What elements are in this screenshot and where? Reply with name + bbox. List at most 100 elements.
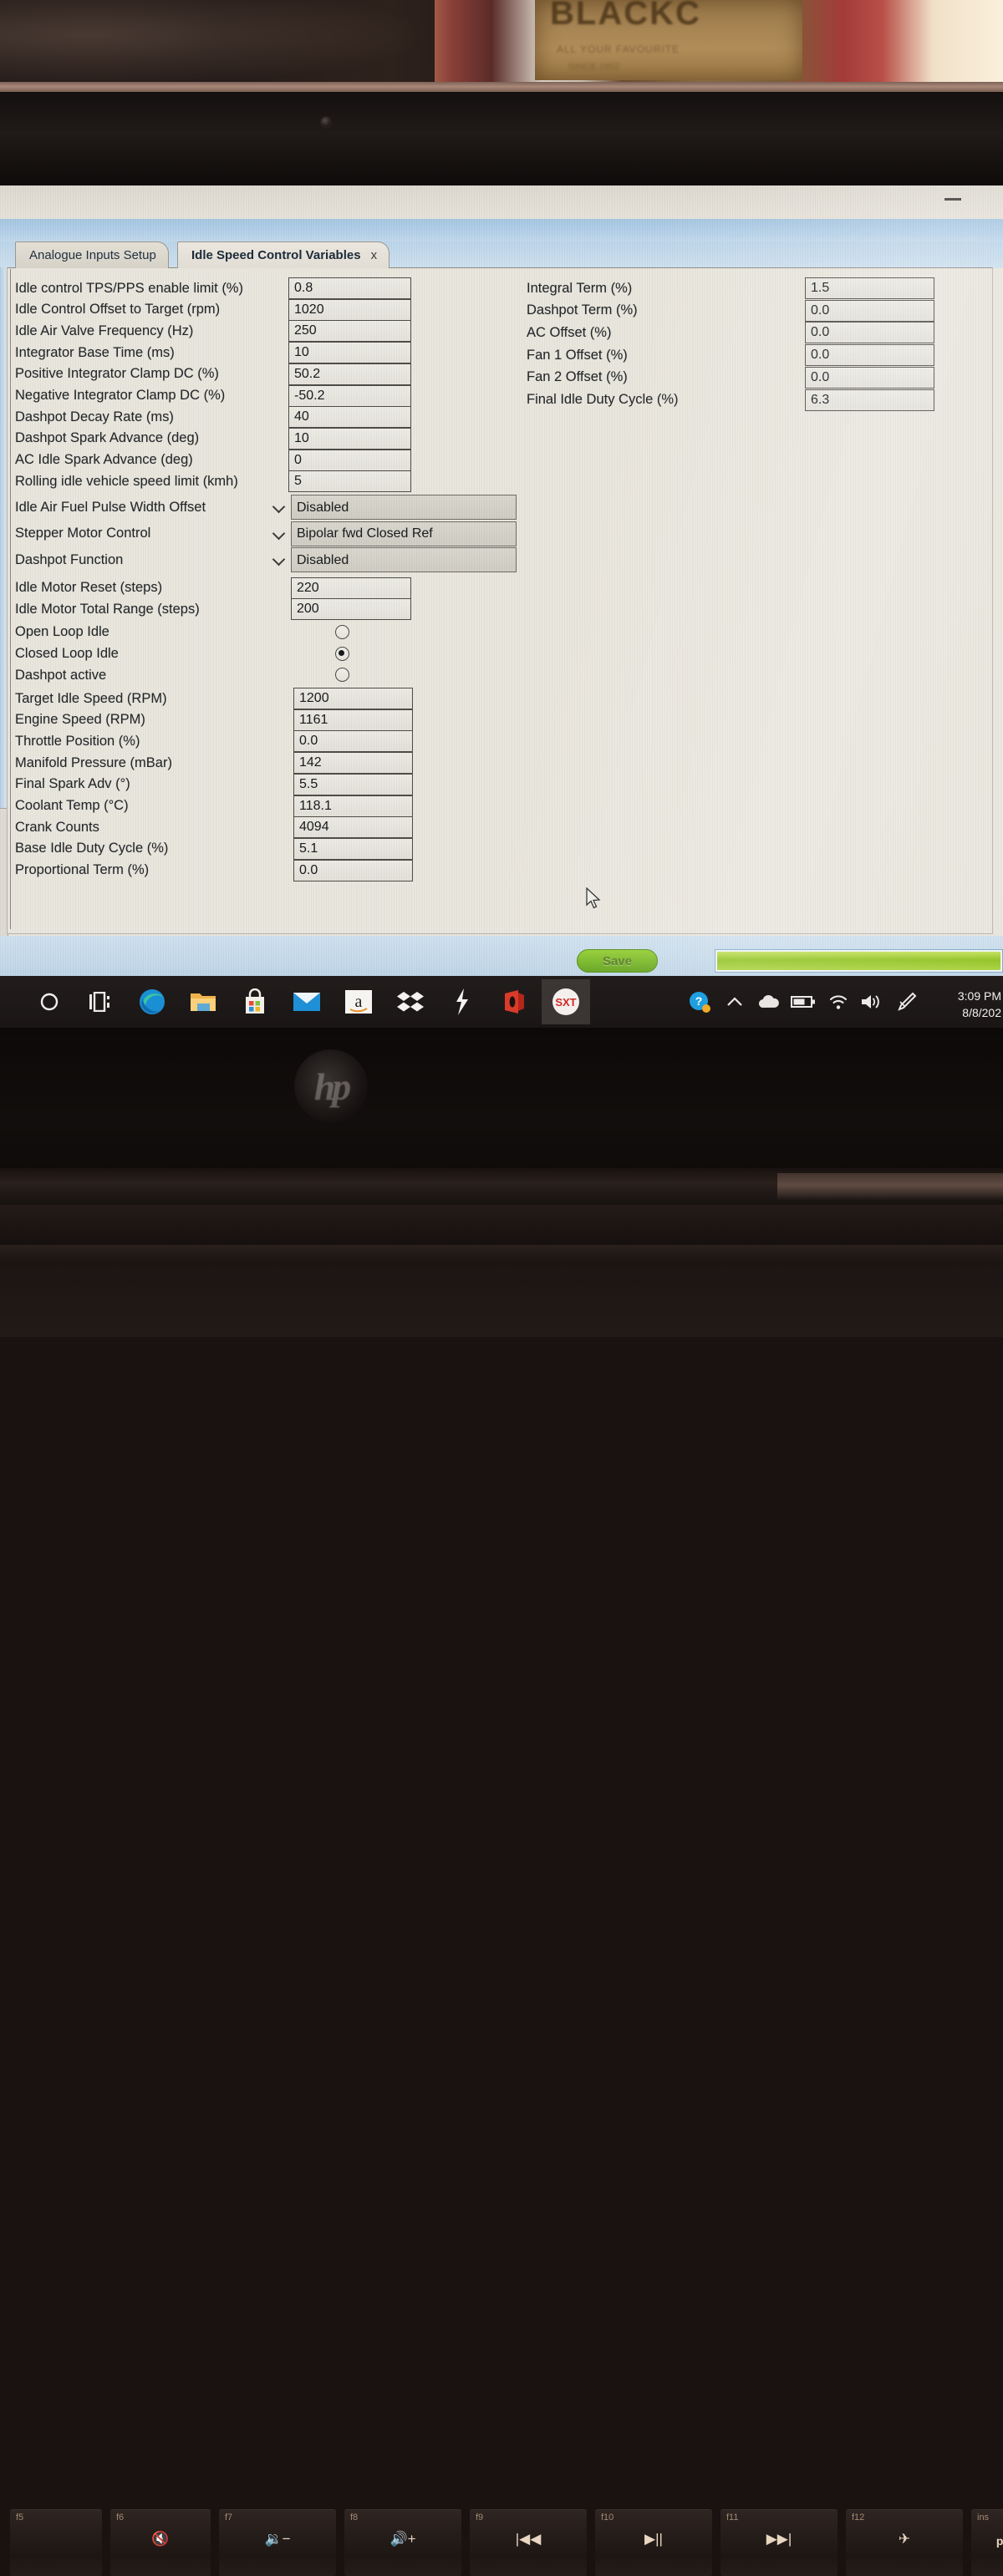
input-7[interactable]: 10 (288, 427, 411, 450)
field-label: Integral Term (%) (527, 280, 633, 296)
function-key-f10[interactable]: f10 ▶|| (595, 2509, 712, 2576)
help-icon[interactable]: ? (687, 989, 712, 1014)
function-key-f12[interactable]: f12 ✈ (846, 2509, 963, 2576)
function-key-number: f9 (476, 2512, 484, 2523)
radio-1[interactable] (335, 646, 349, 661)
field-label: Idle Air Fuel Pulse Width Offset (15, 499, 206, 515)
right-readout-5: 6.3 (805, 389, 934, 411)
radio-0[interactable] (335, 624, 349, 639)
field-label: Integrator Base Time (ms) (15, 344, 175, 360)
field-value: 220 (297, 580, 319, 595)
function-key-f11[interactable]: f11 ▶▶| (720, 2509, 838, 2576)
field-value: -50.2 (294, 388, 325, 403)
amazon-icon[interactable]: a (343, 986, 374, 1018)
dropdown-0[interactable]: Disabled (291, 495, 517, 520)
dropbox-icon[interactable] (395, 986, 426, 1018)
input-8[interactable]: 0 (288, 449, 411, 471)
battery-icon[interactable] (791, 989, 816, 1014)
function-key-number: f8 (350, 2512, 359, 2523)
microsoft-store-icon[interactable] (239, 986, 271, 1018)
row-number-field: Positive Integrator Clamp DC (%) (0, 363, 219, 385)
function-key-number: f11 (726, 2512, 739, 2523)
row-dropdown: Idle Air Fuel Pulse Width Offset (0, 496, 206, 518)
dropdown-2[interactable]: Disabled (291, 547, 517, 572)
tab-idle-speed-control-variables[interactable]: Idle Speed Control Variables x (177, 241, 390, 268)
field-value: 142 (299, 755, 322, 770)
row-number-field: AC Idle Spark Advance (deg) (0, 450, 193, 471)
row-number-field: Idle Air Valve Frequency (Hz) (0, 320, 193, 342)
input-motor-0[interactable]: 220 (291, 577, 411, 599)
field-label: Target Idle Speed (RPM) (15, 690, 167, 706)
progress-bar-fill (717, 952, 1000, 970)
function-key-glyph: 🔇 (151, 2531, 170, 2547)
field-label: Fan 1 Offset (%) (527, 347, 628, 363)
onedrive-cloud-icon[interactable] (756, 989, 781, 1014)
field-value: 118.1 (299, 798, 332, 813)
function-key-f8[interactable]: f8 🔊+ (344, 2509, 461, 2576)
tab-analogue-inputs-setup[interactable]: Analogue Inputs Setup (15, 241, 169, 268)
file-explorer-icon[interactable] (187, 986, 219, 1018)
field-label: Dashpot Function (15, 551, 124, 567)
chevron-up-icon[interactable] (722, 989, 747, 1014)
right-readout-2: 0.0 (805, 322, 934, 344)
field-value: 1161 (299, 712, 328, 727)
pen-icon[interactable] (894, 989, 919, 1014)
function-key-glyph: ✈ (898, 2531, 911, 2547)
field-label: Dashpot Term (%) (527, 302, 638, 318)
save-button[interactable]: Save (577, 949, 658, 973)
mouse-cursor (586, 887, 601, 909)
field-label: Manifold Pressure (mBar) (15, 755, 172, 770)
edge-icon[interactable] (136, 986, 168, 1018)
lightning-app-icon[interactable] (446, 986, 478, 1018)
background-dark-area (0, 0, 435, 87)
laptop-hinge-highlight (777, 1173, 1003, 1200)
input-0[interactable]: 0.8 (288, 277, 411, 299)
field-label: Negative Integrator Clamp DC (%) (15, 388, 226, 403)
minimize-button[interactable] (944, 192, 963, 206)
input-5[interactable]: -50.2 (288, 384, 411, 407)
mail-icon[interactable] (291, 986, 323, 1018)
volume-icon[interactable] (859, 989, 884, 1014)
function-key-f6[interactable]: f6 🔇 (110, 2509, 211, 2576)
office-icon[interactable] (498, 986, 530, 1018)
close-icon[interactable]: x (368, 248, 378, 262)
row-right-readout: AC Offset (%) (527, 322, 611, 343)
function-key-f5[interactable]: f5 (10, 2509, 102, 2576)
input-3[interactable]: 10 (288, 342, 411, 364)
field-value: 10 (294, 345, 309, 360)
field-value: 0.0 (299, 862, 318, 877)
row-radio: Open Loop Idle (0, 622, 109, 643)
field-label: Throttle Position (%) (15, 733, 140, 749)
field-value: 0.0 (811, 302, 830, 318)
field-value: 0 (294, 452, 302, 467)
function-key-number: f12 (852, 2512, 865, 2523)
laptop-palmrest (0, 1205, 1003, 1245)
function-key-f9[interactable]: f9 |◀◀ (470, 2509, 587, 2576)
dropdown-1[interactable]: Bipolar fwd Closed Ref (291, 521, 517, 546)
field-value: 0.0 (811, 348, 830, 363)
right-readout-0: 1.5 (805, 277, 934, 299)
input-6[interactable]: 40 (288, 406, 411, 429)
sxt-app-icon[interactable]: SXT (542, 979, 590, 1024)
input-1[interactable]: 1020 (288, 298, 411, 321)
readout-3: 142 (293, 752, 413, 775)
webcam-icon (321, 117, 331, 127)
task-view-icon[interactable] (84, 986, 115, 1018)
field-value: 250 (294, 323, 317, 338)
background-sign-line3: SINCE 1952 (568, 62, 620, 72)
input-9[interactable]: 5 (288, 470, 411, 493)
function-key-number: f6 (116, 2512, 125, 2523)
input-4[interactable]: 50.2 (288, 363, 411, 385)
wifi-icon[interactable] (826, 989, 851, 1014)
input-motor-1[interactable]: 200 (291, 598, 411, 621)
cortana-icon[interactable] (33, 986, 65, 1018)
field-label: Closed Loop Idle (15, 646, 119, 662)
row-right-readout: Fan 2 Offset (%) (527, 367, 628, 389)
windows-taskbar: a SXT ? 3:09 PM 8/8/202 (0, 976, 1003, 1028)
function-key-ins[interactable]: ins prt s (971, 2509, 1003, 2576)
clock-date: 8/8/202 (962, 1006, 1001, 1019)
function-key-f7[interactable]: f7 🔉− (219, 2509, 336, 2576)
taskbar-clock[interactable]: 3:09 PM 8/8/202 (958, 988, 1001, 1021)
svg-text:SXT: SXT (555, 996, 576, 1009)
input-2[interactable]: 250 (288, 320, 411, 343)
